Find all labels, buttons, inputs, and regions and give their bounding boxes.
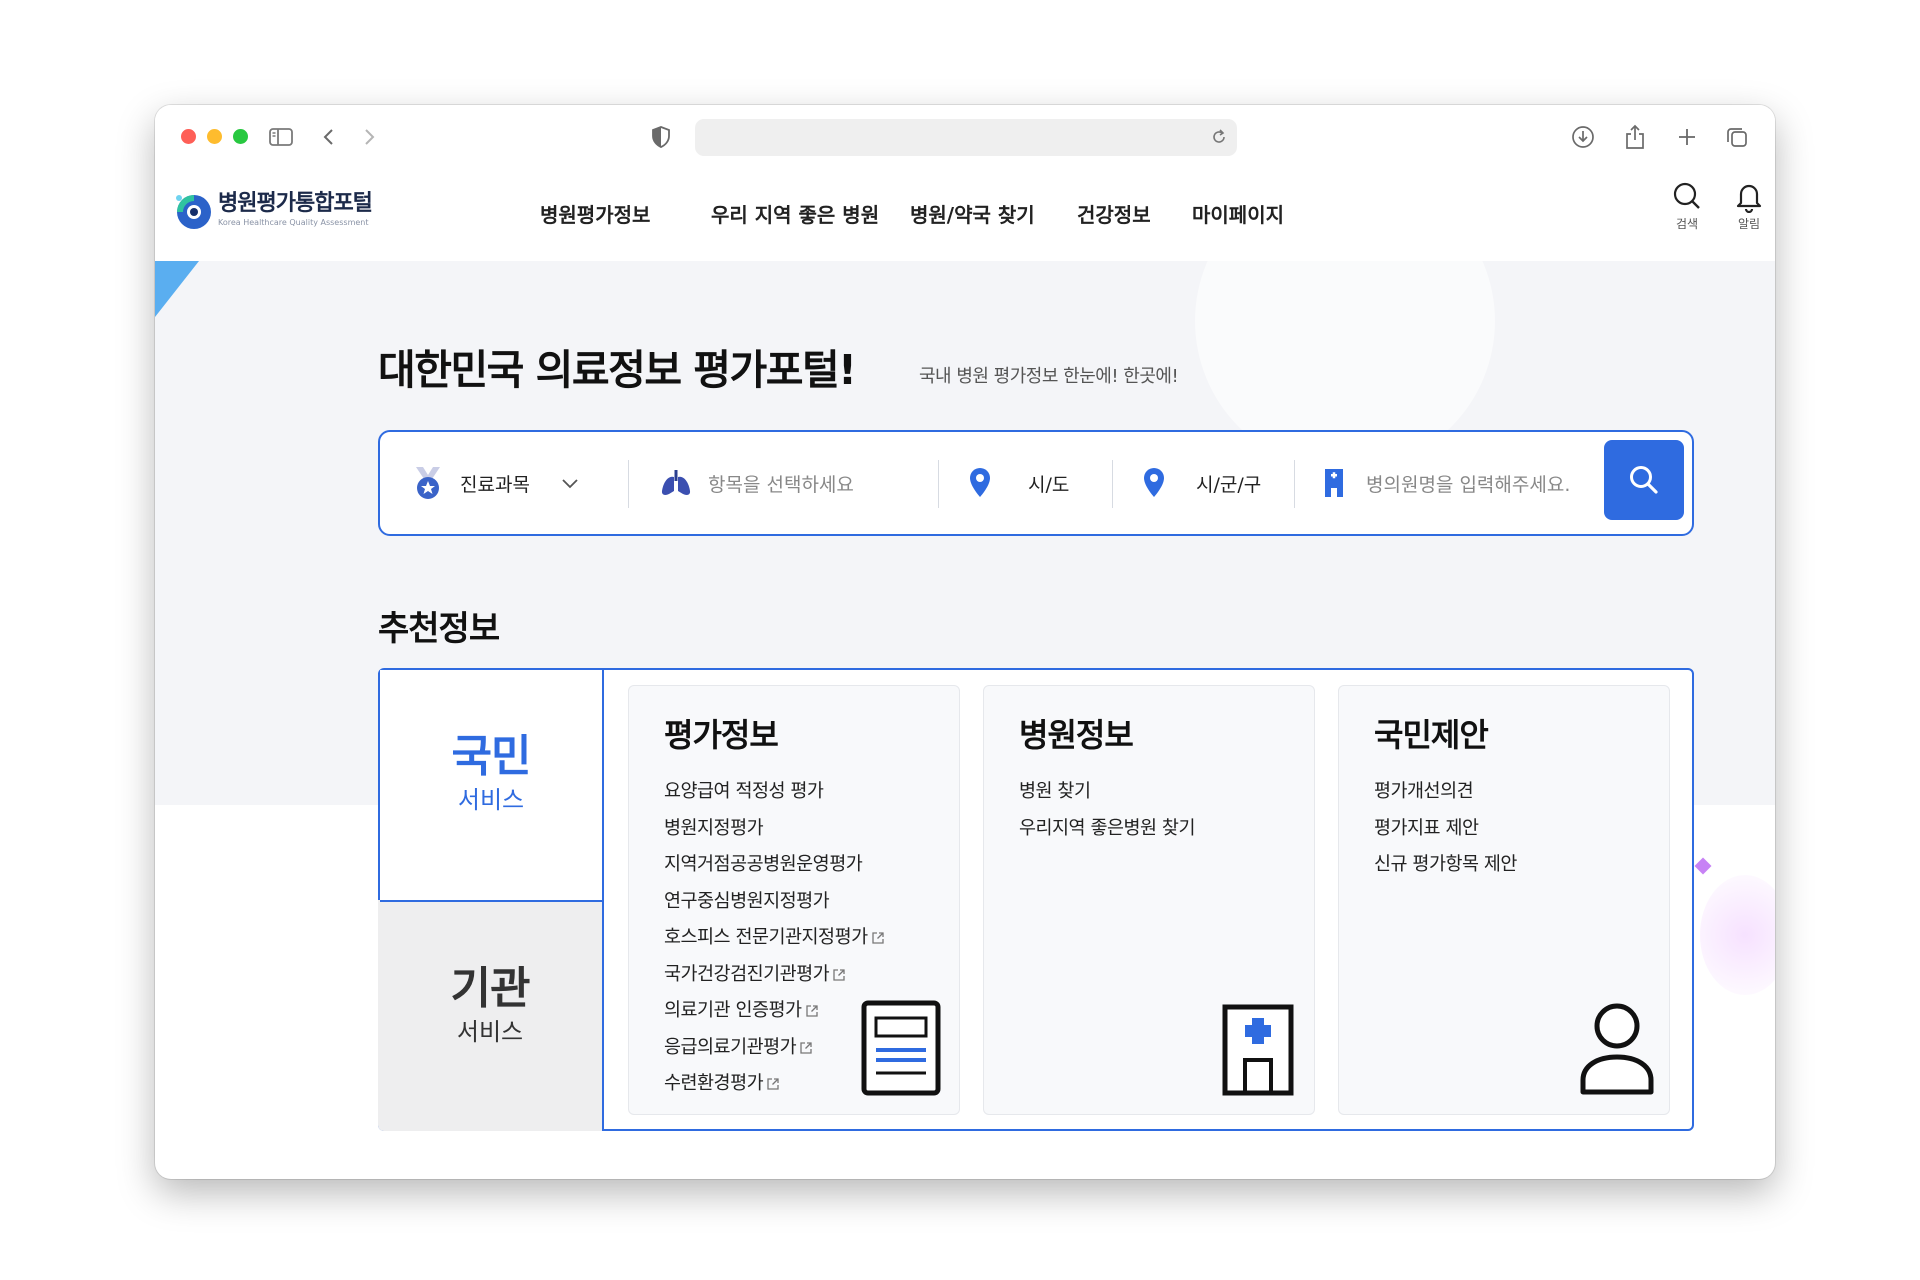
list-item[interactable]: 의료기관 인증평가 xyxy=(664,993,885,1030)
tab-org-subtitle: 서비스 xyxy=(456,1018,524,1046)
list-item[interactable]: 수련환경평가 xyxy=(664,1066,885,1103)
header-alert-button[interactable]: 알림 xyxy=(1727,181,1771,232)
list-item[interactable]: 신규 평가항목 제안 xyxy=(1374,847,1517,884)
location-pin-icon xyxy=(962,465,998,501)
item-placeholder: 항목을 선택하세요 xyxy=(708,473,854,496)
nav-item-local-good-hospital[interactable]: 우리 지역 좋은 병원 xyxy=(711,199,879,228)
card-title: 평가정보 xyxy=(664,716,779,754)
nav-item-find-hospital-pharmacy[interactable]: 병원/약국 찾기 xyxy=(910,199,1035,228)
hospital-name-input[interactable]: 병의원명을 입력해주세요. xyxy=(1316,432,1570,534)
close-window-button[interactable] xyxy=(181,129,196,144)
list-item[interactable]: 호스피스 전문기관지정평가 xyxy=(664,920,885,957)
list-item[interactable]: 병원 찾기 xyxy=(1019,774,1195,811)
location-pin-icon xyxy=(1136,465,1172,501)
zoom-window-button[interactable] xyxy=(233,129,248,144)
lungs-icon xyxy=(658,465,694,501)
list-item[interactable]: 요양급여 적정성 평가 xyxy=(664,774,885,811)
address-bar[interactable] xyxy=(695,119,1237,156)
list-item[interactable]: 평가지표 제안 xyxy=(1374,811,1517,848)
back-icon[interactable] xyxy=(315,123,343,151)
external-link-icon xyxy=(871,932,884,944)
search-divider xyxy=(938,460,939,508)
tab-org-service[interactable]: 기관 서비스 xyxy=(378,900,604,1131)
external-link-icon xyxy=(800,1041,812,1054)
external-link-icon xyxy=(767,1078,779,1090)
tab-citizen-service[interactable]: 국민 서비스 xyxy=(380,670,604,902)
logo-title: 병원평가통합포털 xyxy=(218,191,373,216)
card-title: 국민제안 xyxy=(1374,716,1489,754)
bell-icon xyxy=(1736,184,1762,213)
share-icon[interactable] xyxy=(1621,123,1649,151)
card-citizen-proposal: 국민제안 평가개선의견 평가지표 제안 신규 평가항목 제안 xyxy=(1338,685,1670,1115)
list-item[interactable]: 평가개선의견 xyxy=(1374,774,1517,811)
search-divider xyxy=(1294,460,1295,508)
site-logo[interactable]: 병원평가통합포털 Korea Healthcare Quality Assess… xyxy=(171,189,373,231)
hero-title: 대한민국 의료정보 평가포털! xyxy=(378,346,857,394)
search-divider xyxy=(628,460,629,508)
hero-subtitle: 국내 병원 평가정보 한눈에! 한곳에! xyxy=(919,366,1179,387)
header-search-button[interactable]: 검색 xyxy=(1665,181,1709,232)
recommend-section-title: 추천정보 xyxy=(378,609,500,649)
list-item[interactable]: 연구중심병원지정평가 xyxy=(664,884,885,921)
chevron-down-icon xyxy=(562,474,578,493)
sido-select[interactable]: 시/도 xyxy=(962,432,1069,534)
tab-org-title: 기관 xyxy=(450,963,531,1014)
browser-toolbar xyxy=(155,105,1775,171)
site-header: 병원평가통합포털 Korea Healthcare Quality Assess… xyxy=(155,171,1775,261)
card-evaluation-info: 평가정보 요양급여 적정성 평가 병원지정평가 지역거점공공병원운영평가 연구중… xyxy=(628,685,960,1115)
nav-item-health-info[interactable]: 건강정보 xyxy=(1077,199,1151,228)
hospital-building-icon xyxy=(1316,465,1352,501)
list-item[interactable]: 응급의료기관평가 xyxy=(664,1030,885,1067)
reload-icon[interactable] xyxy=(1207,125,1231,149)
department-select[interactable]: 진료과목 xyxy=(410,432,578,534)
forward-icon[interactable] xyxy=(355,123,383,151)
item-select[interactable]: 항목을 선택하세요 xyxy=(658,432,854,534)
hospital-name-placeholder: 병의원명을 입력해주세요. xyxy=(1366,473,1571,496)
list-item[interactable]: 지역거점공공병원운영평가 xyxy=(664,847,885,884)
minimize-window-button[interactable] xyxy=(207,129,222,144)
hero-decoration xyxy=(155,261,199,317)
search-divider xyxy=(1112,460,1113,508)
search-submit-button[interactable] xyxy=(1604,440,1684,520)
tab-citizen-title: 국민 xyxy=(451,731,532,782)
privacy-shield-icon[interactable] xyxy=(647,123,675,151)
person-icon xyxy=(1580,1003,1654,1095)
logo-mark-icon xyxy=(176,195,211,229)
list-item[interactable]: 우리지역 좋은병원 찾기 xyxy=(1019,811,1195,848)
search-label: 검색 xyxy=(1675,217,1699,231)
alert-label: 알림 xyxy=(1737,217,1761,231)
decoration-glow xyxy=(1700,875,1775,995)
tab-overview-icon[interactable] xyxy=(1723,123,1751,151)
hospital-icon xyxy=(1222,1004,1294,1096)
card-title: 병원정보 xyxy=(1019,716,1134,754)
logo-subtitle: Korea Healthcare Quality Assessment xyxy=(218,218,369,227)
external-link-icon xyxy=(805,1005,818,1017)
medal-icon xyxy=(410,465,446,501)
card-hospital-info: 병원정보 병원 찾기 우리지역 좋은병원 찾기 xyxy=(983,685,1315,1115)
department-label: 진료과목 xyxy=(460,473,530,496)
nav-item-mypage[interactable]: 마이페이지 xyxy=(1192,199,1284,228)
sido-label: 시/도 xyxy=(1028,473,1070,496)
download-icon[interactable] xyxy=(1569,123,1597,151)
list-item[interactable]: 병원지정평가 xyxy=(664,811,885,848)
sigungu-select[interactable]: 시/군/구 xyxy=(1136,432,1261,534)
new-tab-icon[interactable] xyxy=(1673,123,1701,151)
search-icon xyxy=(1673,182,1700,209)
tab-citizen-subtitle: 서비스 xyxy=(457,786,525,814)
list-item[interactable]: 국가건강검진기관평가 xyxy=(664,957,885,994)
search-bar: 진료과목 항목을 선택하세요 시/도 시/군/구 병의원명을 입력해주세요. xyxy=(378,430,1694,536)
search-icon xyxy=(1630,466,1658,494)
sidebar-toggle-icon[interactable] xyxy=(267,123,295,151)
sigungu-label: 시/군/구 xyxy=(1196,473,1262,496)
recommend-panel: 기관 서비스 국민 서비스 평가정보 요양급여 적정성 평가 병원지정평가 지역… xyxy=(378,668,1694,1131)
nav-item-evaluation-info[interactable]: 병원평가정보 xyxy=(540,199,650,228)
document-icon xyxy=(861,1000,941,1096)
decoration-diamond xyxy=(1694,857,1712,875)
external-link-icon xyxy=(833,968,845,981)
browser-window: 병원평가통합포털 Korea Healthcare Quality Assess… xyxy=(155,105,1775,1179)
